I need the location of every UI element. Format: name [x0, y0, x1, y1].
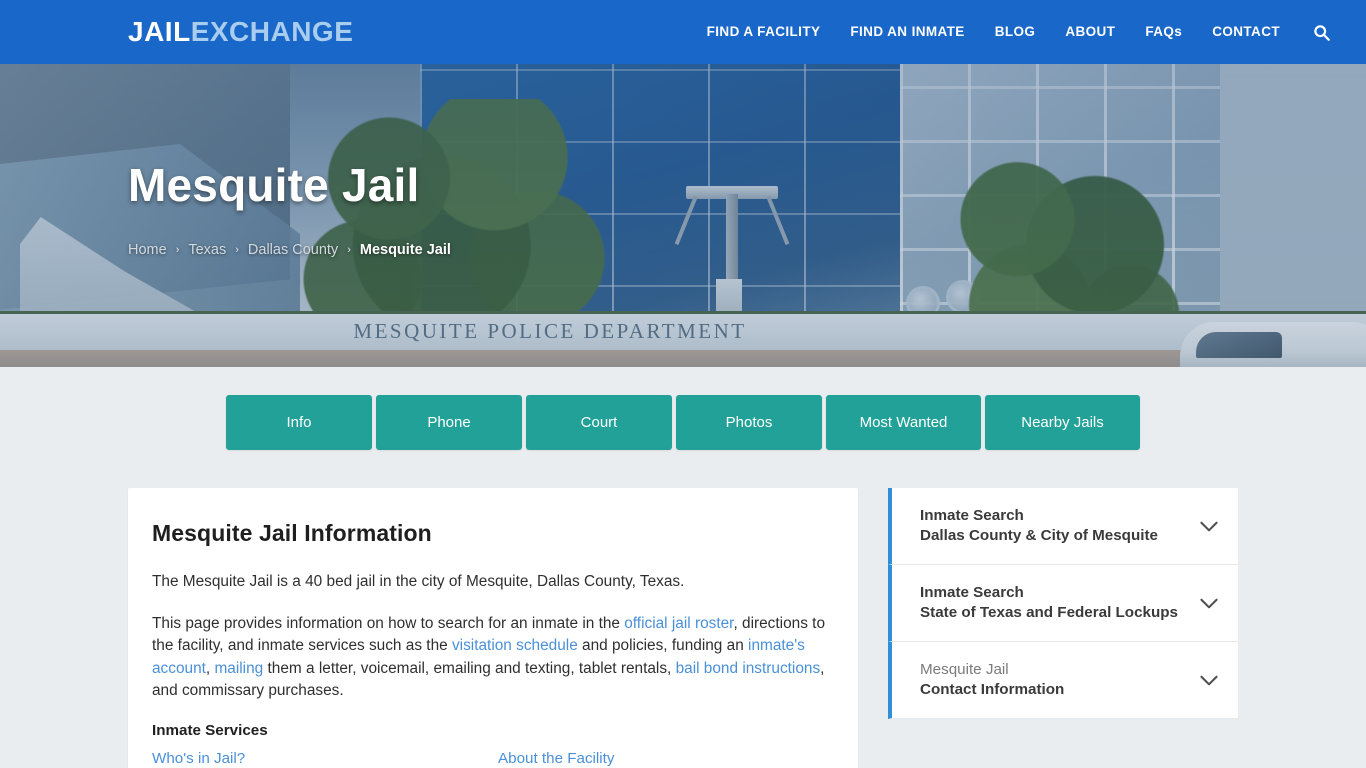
link-bail-bond-instructions[interactable]: bail bond instructions: [676, 660, 821, 677]
panel-2-line-2: State of Texas and Federal Lockups: [920, 604, 1178, 621]
sidebar-panel-inmate-search-county[interactable]: Inmate Search Dallas County & City of Me…: [888, 488, 1238, 565]
breadcrumb-item-texas[interactable]: Texas: [188, 242, 226, 258]
panel-2-line-1: Inmate Search: [920, 584, 1024, 601]
panel-1-line-1: Inmate Search: [920, 507, 1024, 524]
chevron-right-icon: ›: [175, 244, 180, 256]
sidebar: Inmate Search Dallas County & City of Me…: [888, 488, 1238, 719]
chevron-right-icon: ›: [235, 244, 239, 256]
sidebar-panel-inmate-search-state[interactable]: Inmate Search State of Texas and Federal…: [888, 565, 1238, 642]
chevron-down-icon[interactable]: [1196, 667, 1222, 693]
chevron-down-icon[interactable]: [1196, 513, 1222, 539]
chevron-right-icon: ›: [347, 244, 351, 256]
breadcrumb-item-dallas-county[interactable]: Dallas County: [248, 242, 338, 258]
link-official-jail-roster[interactable]: official jail roster: [624, 615, 733, 632]
hero-banner: MESQUITE POLICE DEPARTMENT Mesquite Jail…: [0, 64, 1366, 367]
chevron-down-icon[interactable]: [1196, 590, 1222, 616]
panel-3-line-2: Contact Information: [920, 681, 1065, 698]
p2-text-5: them a letter, voicemail, emailing and t…: [263, 659, 676, 677]
main-container: Mesquite Jail Information The Mesquite J…: [128, 488, 1238, 768]
link-mailing[interactable]: mailing: [214, 660, 263, 677]
section-tabs: Info Phone Court Photos Most Wanted Near…: [226, 395, 1140, 450]
article-paragraph-2: This page provides information on how to…: [152, 613, 834, 703]
section-tabs-bar: Info Phone Court Photos Most Wanted Near…: [0, 367, 1366, 450]
tab-court[interactable]: Court: [526, 395, 672, 450]
tab-nearby-jails[interactable]: Nearby Jails: [985, 395, 1140, 450]
link-visitation-schedule[interactable]: visitation schedule: [452, 637, 578, 654]
main-navigation: FIND A FACILITY FIND AN INMATE BLOG ABOU…: [692, 0, 1342, 64]
nav-item-about[interactable]: ABOUT: [1050, 0, 1130, 64]
logo-text-exchange: EXCHANGE: [190, 16, 354, 47]
p2-text-3: and policies, funding an: [577, 637, 749, 654]
search-icon[interactable]: [1295, 24, 1342, 41]
nav-item-contact[interactable]: CONTACT: [1197, 0, 1295, 64]
service-link-about-the-facility[interactable]: About the Facility: [498, 750, 834, 767]
inmate-services-list: Who's in Jail? About the Facility Direct…: [152, 750, 834, 768]
service-link-whos-in-jail[interactable]: Who's in Jail?: [152, 750, 488, 767]
article-title: Mesquite Jail Information: [152, 520, 432, 546]
page-title: Mesquite Jail: [128, 159, 420, 211]
breadcrumb-item-home[interactable]: Home: [128, 242, 167, 258]
p2-text-1: This page provides information on how to…: [152, 614, 625, 632]
tab-most-wanted[interactable]: Most Wanted: [826, 395, 981, 450]
article-card: Mesquite Jail Information The Mesquite J…: [128, 488, 858, 768]
article-paragraph-1: The Mesquite Jail is a 40 bed jail in th…: [152, 571, 834, 594]
site-header: JAIL EXCHANGE FIND A FACILITY FIND AN INM…: [0, 0, 1366, 64]
breadcrumb: Home › Texas › Dallas County › Mesquite …: [128, 242, 451, 258]
tab-photos[interactable]: Photos: [676, 395, 822, 450]
paragraph-1-text: The Mesquite Jail is a 40 bed jail in th…: [152, 573, 685, 590]
sidebar-panel-contact-information[interactable]: Mesquite Jail Contact Information: [888, 642, 1238, 719]
panel-3-line-1: Mesquite Jail: [920, 661, 1009, 678]
nav-item-find-an-inmate[interactable]: FIND AN INMATE: [835, 0, 979, 64]
tab-info[interactable]: Info: [226, 395, 372, 450]
nav-item-blog[interactable]: BLOG: [980, 0, 1051, 64]
logo-text-jail: JAIL: [128, 16, 191, 47]
tab-phone[interactable]: Phone: [376, 395, 522, 450]
panel-1-line-2: Dallas County & City of Mesquite: [920, 527, 1158, 544]
breadcrumb-item-current: Mesquite Jail: [359, 242, 451, 258]
nav-item-find-a-facility[interactable]: FIND A FACILITY: [692, 0, 836, 64]
inmate-services-heading: Inmate Services: [152, 721, 268, 739]
site-logo[interactable]: JAIL EXCHANGE: [128, 18, 353, 46]
nav-item-faqs[interactable]: FAQs: [1130, 0, 1197, 64]
